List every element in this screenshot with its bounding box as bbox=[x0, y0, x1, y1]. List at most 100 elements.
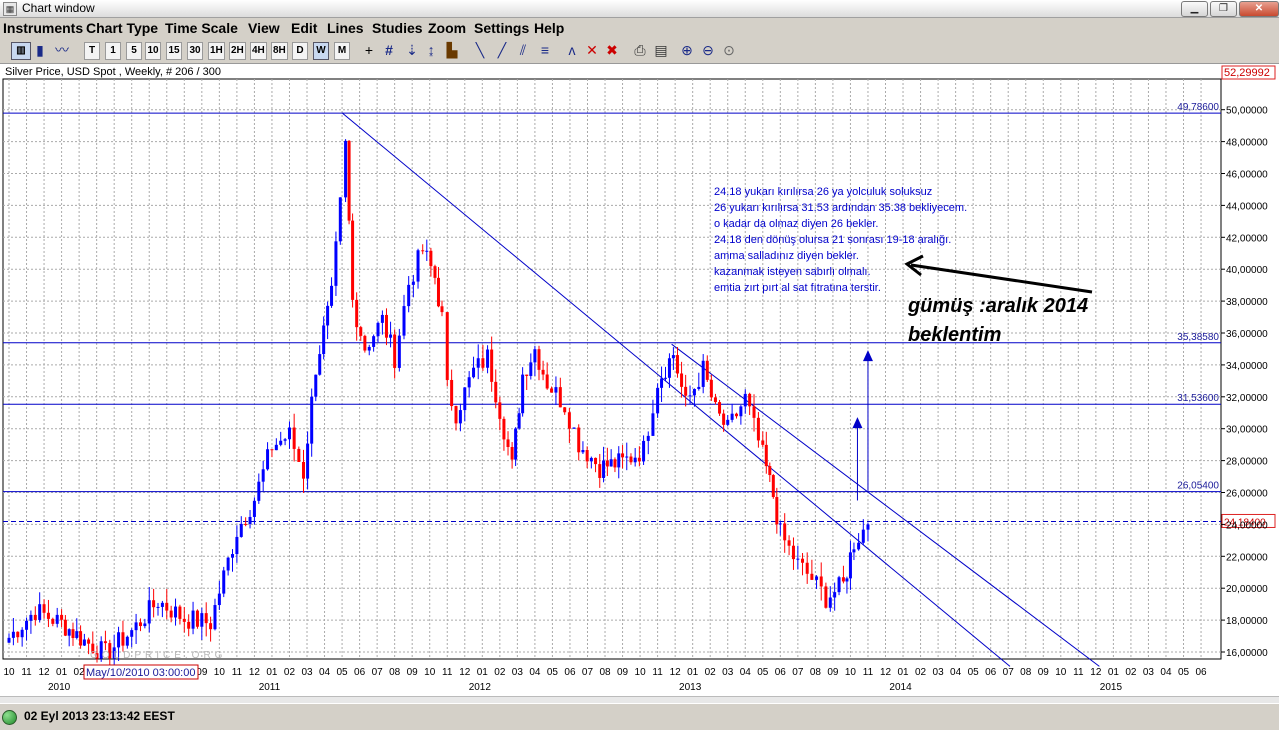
timeframe-5-button[interactable]: 5 bbox=[126, 42, 142, 60]
timeframe-d-button[interactable]: D bbox=[292, 42, 308, 60]
candle-body bbox=[445, 312, 449, 380]
print-preview-icon[interactable]: ▤ bbox=[653, 42, 669, 58]
timeframe-1-button[interactable]: 1 bbox=[105, 42, 121, 60]
candle-body bbox=[125, 636, 129, 646]
minimize-button[interactable]: ▁ bbox=[1181, 1, 1208, 17]
crosshair-icon[interactable]: + bbox=[361, 42, 377, 58]
candle-body bbox=[367, 346, 371, 351]
candle-body bbox=[481, 358, 485, 368]
price-marker-icon[interactable]: ⇣ bbox=[404, 42, 420, 58]
candle-body bbox=[25, 620, 29, 630]
timeframe-30-button[interactable]: 30 bbox=[187, 42, 203, 60]
candle-body bbox=[828, 597, 832, 608]
x-tick-label: 09 bbox=[827, 667, 839, 678]
x-tick-label: 12 bbox=[249, 667, 261, 678]
candle-body bbox=[651, 413, 655, 436]
menu-settings[interactable]: Settings bbox=[474, 20, 529, 36]
candle-body bbox=[857, 542, 861, 550]
zoom-in-icon[interactable]: ⊕ bbox=[679, 42, 695, 58]
x-tick-label: 05 bbox=[547, 667, 559, 678]
zoom-out-icon[interactable]: ⊖ bbox=[700, 42, 716, 58]
x-tick-label: 02 bbox=[494, 667, 506, 678]
price-chart[interactable]: 49,7860035,3858031,5360026,0540024,18400… bbox=[0, 64, 1279, 704]
x-tick-label: 06 bbox=[775, 667, 787, 678]
candle-chart-icon[interactable]: ▮ bbox=[32, 42, 48, 58]
x-tick-label: 01 bbox=[477, 667, 489, 678]
menu-help[interactable]: Help bbox=[534, 20, 564, 36]
candle-body bbox=[545, 374, 549, 389]
candle-body bbox=[605, 460, 609, 467]
trendline2-icon[interactable]: ╱ bbox=[494, 42, 510, 58]
candle-body bbox=[195, 610, 199, 627]
candle-body bbox=[463, 387, 467, 411]
candle-body bbox=[541, 369, 545, 375]
trendline-icon[interactable]: ╲ bbox=[472, 42, 488, 58]
horizontal-scrollbar[interactable] bbox=[0, 696, 1279, 703]
candle-body bbox=[467, 377, 471, 388]
level-icon[interactable]: ↨ bbox=[423, 42, 439, 58]
menu-studies[interactable]: Studies bbox=[372, 20, 423, 36]
grid-icon[interactable]: # bbox=[381, 42, 397, 58]
menu-chart-type[interactable]: Chart Type bbox=[86, 20, 158, 36]
candle-body bbox=[550, 388, 554, 393]
candle-body bbox=[768, 466, 772, 476]
timeframe-2h-button[interactable]: 2H bbox=[229, 42, 246, 60]
menu-time-scale[interactable]: Time Scale bbox=[165, 20, 238, 36]
close-button[interactable]: ✕ bbox=[1239, 1, 1279, 17]
candle-body bbox=[810, 573, 814, 580]
line-chart-icon[interactable]: 〰 bbox=[54, 42, 70, 58]
y-tick-label: 42,00000 bbox=[1226, 233, 1268, 244]
candle-body bbox=[458, 410, 462, 424]
candle-body bbox=[334, 241, 338, 286]
bar-chart-icon[interactable]: ▥ bbox=[11, 42, 31, 60]
timeframe-m-button[interactable]: M bbox=[334, 42, 350, 60]
timeframe-1h-button[interactable]: 1H bbox=[208, 42, 225, 60]
candle-body bbox=[521, 374, 525, 414]
channel-icon[interactable]: ⫽ bbox=[515, 42, 531, 58]
x-tick-label: 10 bbox=[424, 667, 436, 678]
timeframe-w-button[interactable]: W bbox=[313, 42, 329, 60]
timeframe-15-button[interactable]: 15 bbox=[166, 42, 182, 60]
menu-lines[interactable]: Lines bbox=[327, 20, 364, 36]
y-tick-label: 44,00000 bbox=[1226, 201, 1268, 212]
candle-body bbox=[680, 373, 684, 387]
maximize-button[interactable]: ❐ bbox=[1210, 1, 1237, 17]
timeframe-10-button[interactable]: 10 bbox=[145, 42, 161, 60]
candle-body bbox=[709, 379, 713, 398]
candle-body bbox=[625, 456, 629, 458]
candle-body bbox=[55, 614, 59, 624]
candle-body bbox=[637, 457, 641, 462]
candle-body bbox=[416, 250, 420, 282]
timeframe-8h-button[interactable]: 8H bbox=[271, 42, 288, 60]
delete-line-icon[interactable]: ✕ bbox=[584, 42, 600, 58]
x-tick-label: 12 bbox=[38, 667, 50, 678]
watermark: GOLDPRICE.ORG bbox=[90, 650, 226, 661]
candle-body bbox=[726, 419, 730, 425]
timeframe-t-button[interactable]: T bbox=[84, 42, 100, 60]
candle-body bbox=[330, 285, 334, 306]
candle-body bbox=[287, 427, 291, 440]
level-label: 49,78600 bbox=[1177, 102, 1219, 113]
candle-body bbox=[688, 395, 692, 397]
print-icon[interactable]: ⎙ bbox=[632, 42, 648, 58]
candle-body bbox=[393, 334, 397, 368]
menu-zoom[interactable]: Zoom bbox=[428, 20, 466, 36]
zoom-reset-icon[interactable]: ⊙ bbox=[721, 42, 737, 58]
fib-icon[interactable]: ≡ bbox=[537, 42, 553, 58]
x-tick-label: 05 bbox=[757, 667, 769, 678]
chart-area[interactable]: 49,78600 35,38580 31,53600 26,05400 24,18400… bbox=[0, 63, 1279, 704]
menu-edit[interactable]: Edit bbox=[291, 20, 317, 36]
volume-icon[interactable]: ▙ bbox=[444, 42, 460, 58]
timeframe-4h-button[interactable]: 4H bbox=[250, 42, 267, 60]
menu-instruments[interactable]: Instruments bbox=[3, 20, 83, 36]
delete-all-icon[interactable]: ✖ bbox=[604, 42, 620, 58]
candle-body bbox=[667, 358, 671, 378]
x-tick-label: 08 bbox=[599, 667, 611, 678]
text-icon[interactable]: ʌ bbox=[564, 42, 580, 58]
menu-view[interactable]: View bbox=[248, 20, 280, 36]
candle-body bbox=[554, 387, 558, 393]
candle-body bbox=[384, 314, 388, 338]
x-tick-label: 11 bbox=[1073, 667, 1084, 678]
candle-body bbox=[692, 388, 696, 396]
candle-body bbox=[239, 523, 243, 537]
